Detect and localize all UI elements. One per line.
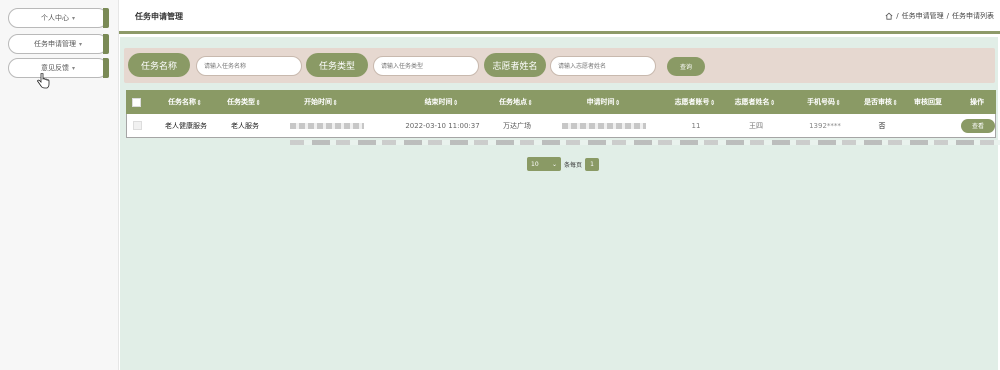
table-row: 老人健康服务 老人服务 2022-03-10 11:00:37 万达广场 11 … [126, 114, 996, 138]
chevron-down-icon: ▾ [78, 40, 82, 48]
column-header-phone[interactable]: 手机号码 ⇕ [790, 90, 858, 114]
page-size-select[interactable]: 10 ⌄ [527, 157, 561, 171]
task-type-label: 任务类型 [306, 53, 368, 77]
column-header-task-type[interactable]: 任务类型 ⇕ [219, 90, 269, 114]
page-size-value: 10 [531, 160, 539, 168]
table-header: 任务名称 ⇕ 任务类型 ⇕ 开始时间 ⇕ 结束时间 ⇕ 任务地点 ⇕ 申请时间 ⇕ 志愿者账… [126, 90, 996, 114]
search-button[interactable]: 查询 [667, 57, 705, 76]
column-header-start-time[interactable]: 开始时间 ⇕ [276, 90, 366, 114]
sidebar-item-task-application[interactable]: 任务申请管理 ▾ [8, 34, 109, 54]
hand-cursor-icon [37, 73, 50, 89]
header-divider [119, 31, 1000, 34]
cell-phone: 1392**** [809, 121, 841, 130]
cell-reply [907, 114, 951, 137]
sidebar-item-personal-center[interactable]: 个人中心 ▾ [8, 8, 109, 28]
column-header-end-time[interactable]: 结束时间 ⇕ [394, 90, 489, 114]
cell-start-time-redacted [287, 114, 367, 137]
column-header-task-name[interactable]: 任务名称 ⇕ [154, 90, 216, 114]
cell-volunteer-account: 11 [691, 121, 701, 130]
sidebar-item-feedback[interactable]: 意见反馈 ▾ [8, 58, 109, 78]
row-checkbox[interactable] [129, 114, 145, 137]
breadcrumb-separator: / [896, 12, 899, 20]
page-title: 任务申请管理 [135, 12, 183, 21]
sidebar-item-label: 意见反馈 [40, 64, 69, 72]
breadcrumb-item-task-application[interactable]: 任务申请管理 [902, 11, 944, 21]
cell-task-name: 老人健康服务 [165, 121, 207, 130]
sidebar-item-label: 任务申请管理 [33, 40, 76, 48]
volunteer-name-label: 志愿者姓名 [484, 53, 546, 77]
sidebar-item-accent [103, 34, 109, 54]
column-header-volunteer-account[interactable]: 志愿者账号 ⇕ [666, 90, 724, 114]
task-application-table: 任务名称 ⇕ 任务类型 ⇕ 开始时间 ⇕ 结束时间 ⇕ 任务地点 ⇕ 申请时间 ⇕ 志愿者账… [126, 90, 996, 138]
cell-task-type: 老人服务 [231, 121, 259, 130]
cell-apply-time-redacted [559, 114, 649, 137]
redacted-overflow-strip [290, 140, 1000, 145]
column-header-apply-time[interactable]: 申请时间 ⇕ [556, 90, 651, 114]
page-number-current[interactable]: 1 [585, 157, 600, 171]
breadcrumb: / 任务申请管理 / 任务申请列表 [885, 11, 994, 21]
cell-end-time: 2022-03-10 11:00:37 [405, 121, 480, 130]
task-type-input[interactable] [373, 56, 479, 76]
chevron-down-icon: ▾ [71, 14, 75, 22]
column-header-reply: 审核回复 [914, 97, 942, 106]
column-header-action: 操作 [970, 97, 984, 106]
chevron-down-icon: ⌄ [551, 160, 557, 168]
volunteer-name-input[interactable] [550, 56, 656, 76]
task-name-label: 任务名称 [128, 53, 190, 77]
top-bar: 任务申请管理 / 任务申请管理 / 任务申请列表 [119, 0, 1000, 34]
sidebar-item-accent [103, 8, 109, 28]
cell-audited: 否 [878, 121, 886, 130]
column-header-location[interactable]: 任务地点 ⇕ [486, 90, 546, 114]
sidebar: 个人中心 ▾ 任务申请管理 ▾ 意见反馈 ▾ [0, 0, 119, 370]
column-header-volunteer-name[interactable]: 志愿者姓名 ⇕ [726, 90, 784, 114]
breadcrumb-item-task-list: 任务申请列表 [952, 12, 994, 20]
view-button[interactable]: 查看 [961, 118, 995, 133]
page-size-suffix: 条每页 [564, 161, 583, 169]
breadcrumb-separator: / [946, 12, 949, 20]
task-name-input[interactable] [196, 56, 302, 76]
chevron-down-icon: ▾ [71, 64, 75, 72]
select-all-checkbox[interactable] [128, 90, 144, 114]
pagination: 10 ⌄ 条每页 1 [527, 157, 600, 171]
search-bar: 任务名称 任务类型 志愿者姓名 查询 [124, 48, 995, 83]
cell-volunteer-name: 王四 [749, 121, 763, 130]
main-panel: 任务名称 任务类型 志愿者姓名 查询 任务名称⇕ 任务类型⇕ 开始时间⇕ 结束时… [120, 37, 1000, 370]
row-actions: 查看 [961, 114, 995, 137]
column-header-audited[interactable]: 是否审核 ⇕ [858, 90, 904, 114]
sidebar-item-accent [103, 58, 109, 78]
sidebar-item-label: 个人中心 [40, 14, 69, 22]
cell-location: 万达广场 [503, 121, 531, 130]
home-icon[interactable] [885, 12, 893, 20]
